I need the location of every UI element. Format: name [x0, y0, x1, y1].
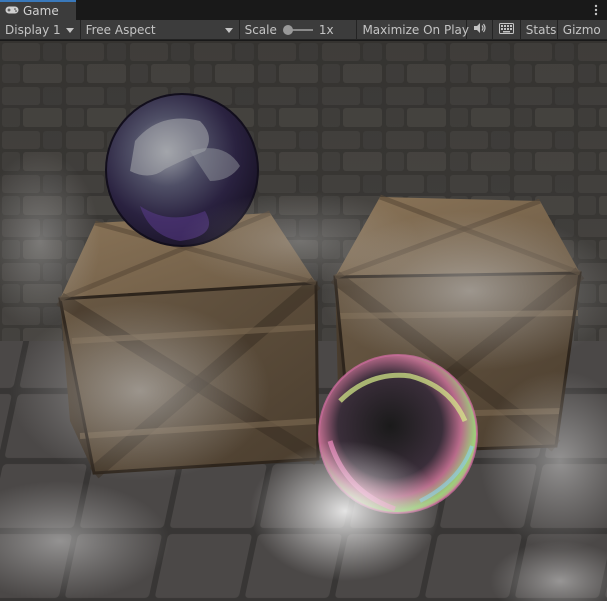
shortcuts-toggle[interactable] [493, 19, 521, 40]
maximize-on-play-toggle[interactable]: Maximize On Play [357, 19, 469, 40]
scale-control: Scale 1x [240, 19, 358, 40]
display-dropdown[interactable]: Display 1 [0, 19, 81, 40]
scale-label: Scale [244, 22, 277, 37]
mute-audio-toggle[interactable] [467, 19, 494, 40]
game-viewport[interactable] [0, 41, 607, 601]
game-toolbar: Display 1 Free Aspect Scale 1x Maximize … [0, 19, 607, 40]
scale-slider[interactable] [282, 24, 313, 35]
chevron-down-icon [224, 27, 233, 33]
gizmos-toggle[interactable]: Gizmo [558, 20, 607, 40]
maximize-on-play-label: Maximize On Play [362, 22, 469, 37]
scale-value: 1x [318, 22, 334, 37]
gamepad-icon [5, 4, 19, 18]
chevron-down-icon [65, 27, 74, 33]
speaker-icon [473, 22, 487, 37]
stats-toggle[interactable]: Stats [521, 19, 558, 40]
display-dropdown-label: Display 1 [5, 22, 61, 37]
tab-game[interactable]: Game [0, 0, 76, 20]
gizmos-label: Gizmo [562, 22, 601, 37]
kebab-menu-icon[interactable] [591, 2, 601, 18]
scale-slider-thumb[interactable] [282, 24, 293, 35]
tab-strip: Game [0, 0, 607, 20]
aspect-dropdown-label: Free Aspect [85, 22, 156, 37]
aspect-dropdown[interactable]: Free Aspect [81, 19, 240, 40]
tab-game-label: Game [23, 4, 59, 18]
keyboard-icon [498, 22, 514, 37]
scene-render [0, 41, 607, 601]
stats-label: Stats [525, 22, 557, 37]
